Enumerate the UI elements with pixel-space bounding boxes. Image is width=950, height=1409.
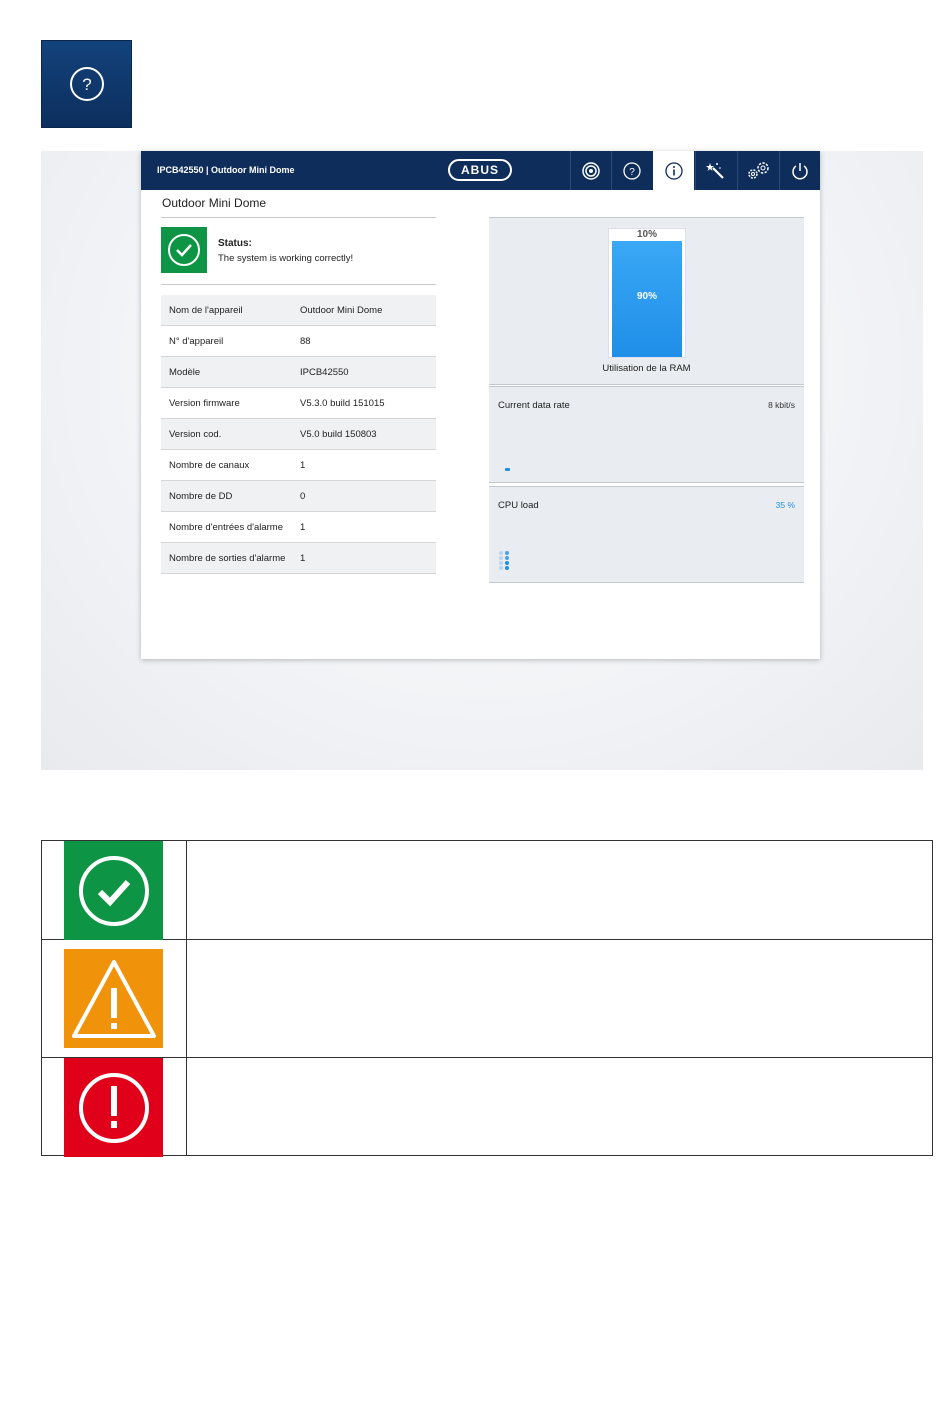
page-title: Outdoor Mini Dome bbox=[162, 196, 267, 210]
data-rate-label: Current data rate bbox=[498, 400, 570, 411]
help-icon: ? bbox=[69, 67, 104, 101]
power-icon bbox=[792, 162, 808, 179]
status-text: The system is working correctly! bbox=[218, 253, 354, 264]
info-row: Nombre de sorties d'alarme 1 bbox=[161, 542, 436, 574]
nav-power[interactable] bbox=[779, 151, 820, 190]
info-row: Nombre de DD 0 bbox=[161, 480, 436, 512]
svg-text:?: ? bbox=[82, 75, 91, 94]
status-legend-table bbox=[41, 840, 933, 1157]
live-view-icon bbox=[582, 161, 600, 180]
nav-help[interactable]: ? bbox=[611, 151, 652, 190]
abus-logo[interactable]: ABUS bbox=[448, 159, 512, 181]
svg-text:?: ? bbox=[629, 167, 635, 178]
cpu-value: 35 % bbox=[775, 500, 795, 510]
info-key: Nombre de sorties d'alarme bbox=[161, 542, 300, 574]
warning-triangle-icon bbox=[64, 949, 163, 1048]
device-title: IPCB42550 | Outdoor Mini Dome bbox=[157, 165, 295, 175]
legend-row-ok bbox=[42, 841, 932, 940]
data-rate-panel: Current data rate 8 kbit/s bbox=[489, 386, 804, 483]
cpu-load-graph bbox=[499, 551, 509, 570]
nav-info[interactable] bbox=[653, 151, 694, 190]
ram-gauge: 10% 90% bbox=[608, 228, 686, 358]
info-value: 0 bbox=[300, 480, 436, 512]
info-icon bbox=[664, 161, 683, 180]
info-row: Version cod. V5.0 build 150803 bbox=[161, 418, 436, 450]
help-icon: ? bbox=[623, 161, 641, 180]
info-row: Nom de l'appareil Outdoor Mini Dome bbox=[161, 295, 436, 326]
info-row: Modèle IPCB42550 bbox=[161, 356, 436, 388]
info-key: Version cod. bbox=[161, 418, 300, 450]
nav-settings[interactable] bbox=[737, 151, 778, 190]
info-key: Nombre de canaux bbox=[161, 449, 300, 481]
divider bbox=[161, 217, 436, 218]
legend-row-error bbox=[42, 1058, 932, 1157]
info-value: 1 bbox=[300, 449, 436, 481]
info-key: Nom de l'appareil bbox=[161, 295, 300, 326]
info-key: Nombre d'entrées d'alarme bbox=[161, 511, 300, 543]
data-rate-graph bbox=[505, 468, 510, 471]
info-value: Outdoor Mini Dome bbox=[300, 295, 436, 326]
status-ok-icon bbox=[161, 227, 207, 273]
info-value: V5.0 build 150803 bbox=[300, 418, 436, 450]
info-row: N° d'appareil 88 bbox=[161, 325, 436, 357]
info-key: N° d'appareil bbox=[161, 325, 300, 357]
wizard-icon bbox=[706, 162, 724, 179]
info-row: Nombre d'entrées d'alarme 1 bbox=[161, 511, 436, 543]
status-label: Status: bbox=[218, 238, 252, 249]
device-info-table: Nom de l'appareil Outdoor Mini Dome N° d'a… bbox=[161, 295, 436, 574]
screenshot-area: IPCB42550 | Outdoor Mini Dome ABUS ? Out… bbox=[41, 151, 923, 770]
legend-row-warning bbox=[42, 940, 932, 1058]
info-key: Modèle bbox=[161, 356, 300, 388]
error-exclamation-icon bbox=[64, 1058, 163, 1157]
top-bar: IPCB42550 | Outdoor Mini Dome ABUS ? bbox=[141, 151, 820, 190]
check-icon bbox=[168, 234, 200, 266]
info-key: Nombre de DD bbox=[161, 480, 300, 512]
settings-icon bbox=[748, 161, 769, 179]
info-value: 1 bbox=[300, 511, 436, 543]
data-rate-value: 8 kbit/s bbox=[768, 400, 795, 410]
ram-free-label: 10% bbox=[636, 229, 657, 240]
info-row: Nombre de canaux 1 bbox=[161, 449, 436, 481]
app-window: IPCB42550 | Outdoor Mini Dome ABUS ? Out… bbox=[141, 151, 820, 659]
nav-live-view[interactable] bbox=[570, 151, 611, 190]
ok-check-icon bbox=[64, 841, 163, 940]
info-key: Version firmware bbox=[161, 387, 300, 419]
help-tile: ? bbox=[41, 40, 132, 128]
nav-wizard[interactable] bbox=[695, 151, 736, 190]
info-value: 1 bbox=[300, 542, 436, 574]
info-value: V5.3.0 build 151015 bbox=[300, 387, 436, 419]
info-value: 88 bbox=[300, 325, 436, 357]
ram-panel: 10% 90% Utilisation de la RAM bbox=[489, 217, 804, 385]
ram-used-fill: 90% bbox=[612, 241, 682, 357]
divider bbox=[161, 284, 436, 285]
info-value: IPCB42550 bbox=[300, 356, 436, 388]
cpu-label: CPU load bbox=[498, 500, 539, 511]
ram-caption: Utilisation de la RAM bbox=[602, 363, 691, 374]
cpu-panel: CPU load 35 % bbox=[489, 486, 804, 583]
info-row: Version firmware V5.3.0 build 151015 bbox=[161, 387, 436, 419]
